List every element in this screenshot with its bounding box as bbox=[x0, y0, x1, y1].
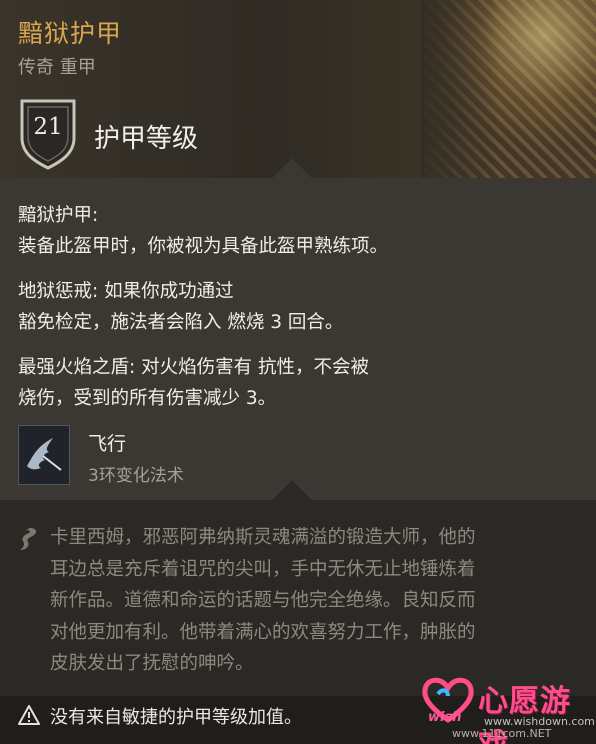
quill-icon bbox=[16, 526, 40, 552]
effect-description: 豁免检定，施法者会陷入 燃烧 3 回合。 bbox=[18, 312, 344, 333]
site-watermark: 心愿游戏 wish www.wishdown.com www.111com.NE… bbox=[418, 666, 596, 744]
effect-fire-shield: 最强火焰之盾: 对火焰伤害有 抗性，不会被 烧伤，受到的所有伤害减少 3。 bbox=[18, 352, 369, 414]
effect-description: 烧伤，受到的所有伤害减少 3。 bbox=[18, 388, 277, 409]
effect-title: 黯狱护甲: bbox=[18, 205, 99, 226]
lore-line: 新作品。道德和命运的话题与他完全绝缘。良知反而 bbox=[50, 590, 476, 611]
lore-line: 卡里西姆，邪恶阿弗纳斯灵魂满溢的锻造大师，他的 bbox=[50, 527, 476, 548]
effect-description: 地狱惩戒: 如果你成功通过 bbox=[18, 281, 234, 302]
item-name: 黯狱护甲 bbox=[18, 19, 123, 48]
spell-subtitle: 3环变化法术 bbox=[88, 466, 184, 486]
tooltip-header: 黯狱护甲 传奇 重甲 21 护甲等级 bbox=[0, 0, 596, 178]
lore-text: 卡里西姆，邪恶阿弗纳斯灵魂满溢的锻造大师，他的 耳边总是充斥着诅咒的尖叫，手中无… bbox=[50, 522, 476, 680]
effect-hellish-rebuke: 地狱惩戒: 如果你成功通过 豁免检定，施法者会陷入 燃烧 3 回合。 bbox=[18, 276, 343, 338]
armor-artwork bbox=[421, 0, 596, 178]
lore-line: 皮肤发出了抚慰的呻吟。 bbox=[50, 653, 254, 674]
effect-dark-armor: 黯狱护甲: 装备此盔甲时，你被视为具备此盔甲熟练项。 bbox=[18, 200, 388, 262]
spell-name: 飞行 bbox=[88, 433, 127, 455]
dex-bonus-warning: 没有来自敏捷的护甲等级加值。 bbox=[50, 707, 302, 728]
armor-class-value: 21 bbox=[33, 114, 63, 140]
item-tooltip: 黯狱护甲 传奇 重甲 21 护甲等级 黯狱护甲: 装备此盔甲时，你被视为具备此盔… bbox=[0, 0, 596, 744]
watermark-url-secondary: www.111com.NET bbox=[452, 727, 552, 740]
effect-description: 装备此盔甲时，你被视为具备此盔甲熟练项。 bbox=[18, 236, 389, 257]
flying-wing-icon[interactable] bbox=[18, 425, 70, 485]
item-type: 传奇 重甲 bbox=[18, 57, 96, 78]
warning-icon bbox=[18, 705, 40, 725]
armor-class-label: 护甲等级 bbox=[94, 124, 199, 154]
lore-line: 耳边总是充斥着诅咒的尖叫，手中无休无止地锤炼着 bbox=[50, 558, 476, 580]
armor-class-shield-icon: 21 bbox=[18, 98, 78, 170]
watermark-wish: wish bbox=[428, 710, 462, 725]
lore-line: 对他更加有利。他带着满心的欢喜努力工作，肿胀的 bbox=[50, 621, 476, 643]
effect-description: 最强火焰之盾: 对火焰伤害有 抗性，不会被 bbox=[18, 357, 369, 378]
